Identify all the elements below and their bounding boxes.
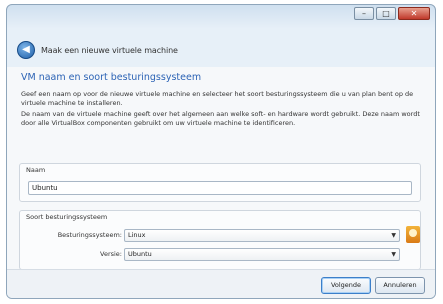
os-type-label: Besturingssysteem: (57, 231, 122, 239)
description-paragraph-1: Geef een naam op voor de nieuwe virtuele… (21, 90, 414, 107)
next-button[interactable]: Volgende (321, 277, 371, 294)
wizard-footer: Volgende Annuleren (7, 269, 435, 298)
close-button[interactable]: ✕ (398, 7, 430, 20)
minimize-button[interactable]: – (354, 7, 374, 20)
page-heading: VM naam en soort besturingssysteem (21, 72, 202, 83)
vm-name-input[interactable]: Ubuntu (28, 181, 412, 195)
name-group: Naam Ubuntu (19, 163, 421, 202)
wizard-title: Maak een nieuwe virtuele machine (41, 45, 178, 55)
os-version-value: Ubuntu (128, 250, 152, 258)
os-group-label: Soort besturingssysteem (26, 213, 108, 221)
os-version-select[interactable]: Ubuntu ▼ (124, 248, 400, 261)
os-version-label: Versie: (100, 250, 122, 258)
ubuntu-os-icon (406, 226, 420, 243)
back-arrow-icon[interactable]: ◀ (17, 41, 35, 59)
os-type-value: Linux (128, 231, 146, 239)
cancel-button[interactable]: Annuleren (375, 277, 425, 294)
chevron-down-icon: ▼ (391, 251, 396, 258)
wizard-window: – □ ✕ ◀ Maak een nieuwe virtuele machine… (6, 4, 436, 299)
name-group-label: Naam (26, 166, 46, 174)
maximize-button[interactable]: □ (376, 7, 396, 20)
os-type-select[interactable]: Linux ▼ (124, 229, 400, 242)
os-group: Soort besturingssysteem Besturingssystee… (19, 210, 421, 270)
description-paragraph-2: De naam van de virtuele machine geeft ov… (21, 110, 420, 127)
wizard-header: ◀ Maak een nieuwe virtuele machine (17, 41, 178, 59)
chevron-down-icon: ▼ (391, 232, 396, 239)
window-controls: – □ ✕ (354, 7, 430, 20)
